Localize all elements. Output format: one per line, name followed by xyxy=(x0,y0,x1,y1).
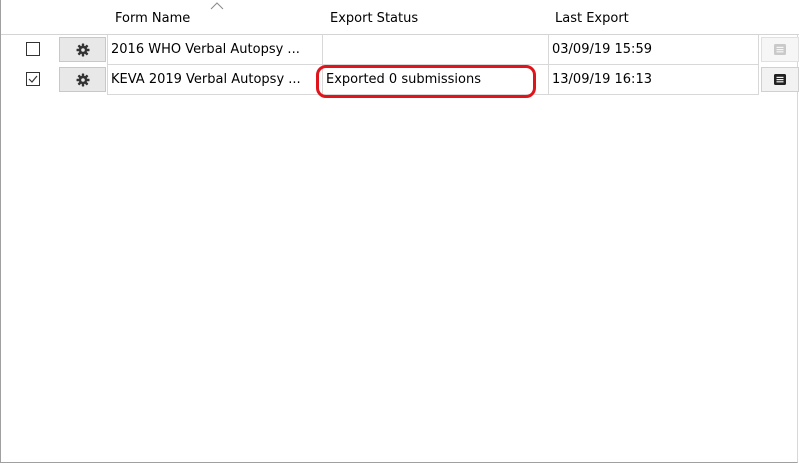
last-export-cell: 03/09/19 15:59 xyxy=(549,35,759,65)
column-header-last-export[interactable]: Last Export xyxy=(555,11,629,26)
column-header-export-status[interactable]: Export Status xyxy=(330,11,418,26)
forms-table: Form Name Export Status Last Export 2016… xyxy=(0,0,799,463)
view-details-button[interactable] xyxy=(761,37,799,62)
last-export: 13/09/19 16:13 xyxy=(552,72,652,87)
export-status-cell xyxy=(323,35,549,65)
list-icon xyxy=(774,74,786,85)
table-row[interactable]: 2016 WHO Verbal Autopsy ... 03/09/19 15:… xyxy=(1,35,799,65)
form-settings-button[interactable] xyxy=(59,67,106,92)
column-header-form-name[interactable]: Form Name xyxy=(115,11,190,26)
form-settings-button[interactable] xyxy=(59,37,106,62)
export-status: Exported 0 submissions xyxy=(326,72,482,87)
gear-icon xyxy=(76,43,90,57)
sort-ascending-icon[interactable] xyxy=(210,2,224,10)
form-name: KEVA 2019 Verbal Autopsy ... xyxy=(111,72,301,87)
last-export-cell: 13/09/19 16:13 xyxy=(549,65,759,95)
view-details-button[interactable] xyxy=(761,67,799,92)
row-select-checkbox[interactable] xyxy=(26,42,40,56)
table-row[interactable]: KEVA 2019 Verbal Autopsy ... Exported 0 … xyxy=(1,65,799,95)
export-status-cell: Exported 0 submissions xyxy=(323,65,549,95)
last-export: 03/09/19 15:59 xyxy=(552,42,652,57)
gear-icon xyxy=(76,73,90,87)
checkmark-icon xyxy=(28,75,38,83)
list-icon xyxy=(774,44,786,55)
row-select-checkbox[interactable] xyxy=(26,72,40,86)
form-name-cell: KEVA 2019 Verbal Autopsy ... xyxy=(107,65,323,95)
form-name: 2016 WHO Verbal Autopsy ... xyxy=(111,42,300,57)
table-header: Form Name Export Status Last Export xyxy=(1,0,799,35)
form-name-cell: 2016 WHO Verbal Autopsy ... xyxy=(107,35,323,65)
